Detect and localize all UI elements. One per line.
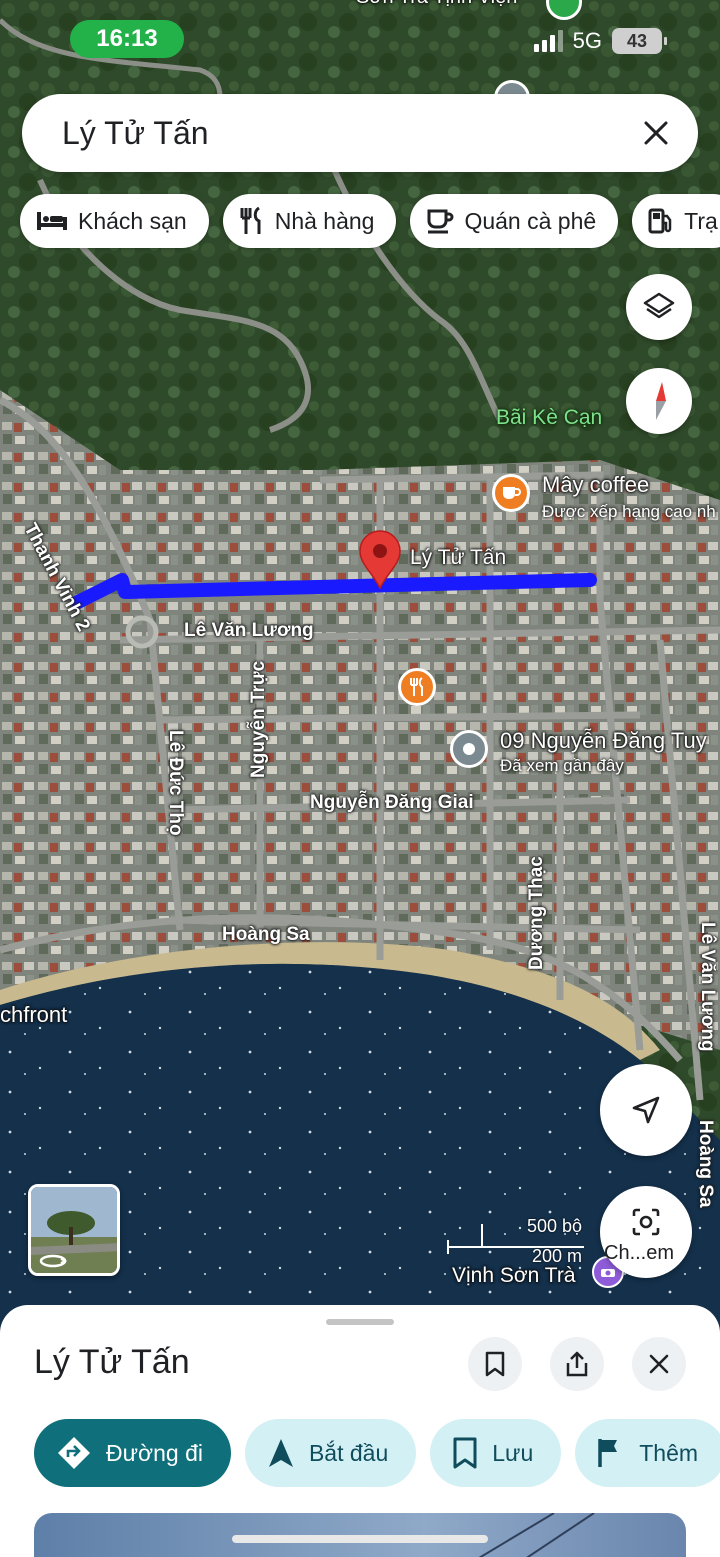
place-title: Lý Tử Tấn xyxy=(34,1343,190,1381)
gas-station-icon xyxy=(648,208,672,234)
lens-label: Ch...em xyxy=(604,1242,675,1264)
coffee-icon xyxy=(427,209,454,234)
status-time: 16:13 xyxy=(70,20,184,58)
more-button[interactable]: Thêm xyxy=(575,1419,720,1487)
my-location-button[interactable] xyxy=(600,1064,692,1156)
share-button[interactable] xyxy=(550,1337,604,1391)
poi-label-beachfront[interactable]: chfront xyxy=(0,1002,67,1028)
chip-coffee[interactable]: Quán cà phê xyxy=(410,194,619,248)
chip-restaurants[interactable]: Nhà hàng xyxy=(222,194,397,248)
poi-rating-may-coffee: Được xếp hạng cao nh xyxy=(542,502,716,521)
street-label-le-duc-tho: Lê Đức Thọ xyxy=(165,730,186,836)
close-icon xyxy=(649,1354,669,1374)
scale-metric: 200 m xyxy=(531,1246,582,1266)
close-icon xyxy=(644,121,668,145)
selected-location-pin-icon[interactable] xyxy=(358,530,402,590)
bed-icon xyxy=(37,212,67,230)
street-label-hoang-sa: Hoàng Sa xyxy=(222,924,310,945)
street-label-nguyen-dang-giai: Nguyễn Đăng Giai xyxy=(310,792,474,813)
street-view-thumbnail[interactable] xyxy=(28,1184,120,1276)
street-label-nguyen-truc: Nguyễn Trực xyxy=(248,660,269,778)
layers-icon xyxy=(643,292,675,319)
selected-pin-label: Lý Tử Tấn xyxy=(410,546,507,569)
street-label-le-van-luong-right: Lê Văn Lương xyxy=(697,922,718,1052)
save-place-button[interactable] xyxy=(468,1337,522,1391)
directions-icon xyxy=(58,1437,90,1469)
restaurant-poi-icon[interactable] xyxy=(398,668,436,706)
home-indicator[interactable] xyxy=(232,1535,488,1543)
status-indicators: 5G 43 xyxy=(533,28,667,54)
street-label-duong-thac: Dương Thạc xyxy=(526,856,547,970)
bookmark-icon xyxy=(485,1351,505,1377)
battery-icon: 43 xyxy=(612,28,667,54)
search-bar[interactable]: Lý Tử Tấn xyxy=(22,94,698,172)
search-input[interactable]: Lý Tử Tấn xyxy=(62,115,636,152)
chip-hotels[interactable]: Khách sạn xyxy=(20,194,209,248)
chip-label: Quán cà phê xyxy=(464,207,597,234)
poi-recent-sub: Đã xem gần đây xyxy=(500,756,624,775)
street-label-hoang-sa-right: Hoàng Sa xyxy=(695,1120,716,1208)
category-chips: Khách sạn Nhà hàng Quán cà phê Trạ xyxy=(20,194,720,248)
network-type: 5G xyxy=(572,28,602,53)
share-icon xyxy=(566,1351,588,1377)
poi-label-bai-ke-can[interactable]: Bãi Kè Cạn xyxy=(496,406,602,430)
location-arrow-icon xyxy=(632,1096,660,1124)
chip-label: Nhà hàng xyxy=(274,207,375,234)
place-bottom-sheet[interactable]: Lý Tử Tấn Đường đi Bắt đầu Lưu Thêm xyxy=(0,1305,720,1557)
action-label: Thêm xyxy=(639,1439,699,1466)
sheet-drag-handle[interactable] xyxy=(326,1319,394,1325)
restaurant-icon xyxy=(240,206,261,234)
compass-icon xyxy=(656,382,666,420)
bookmark-icon xyxy=(453,1437,477,1469)
scale-imperial: 500 bộ xyxy=(526,1216,582,1236)
compass-button[interactable] xyxy=(626,368,692,434)
action-label: Đường đi xyxy=(106,1439,203,1466)
map-layers-button[interactable] xyxy=(626,274,692,340)
street-view-image xyxy=(31,1187,117,1273)
battery-level: 43 xyxy=(626,30,648,51)
recent-place-pin-icon[interactable] xyxy=(450,730,488,768)
street-label-le-van-luong: Lê Văn Lương xyxy=(184,620,314,641)
chip-label: Khách sạn xyxy=(78,207,187,234)
clear-search-button[interactable] xyxy=(636,113,676,153)
map-scale: 500 bộ 200 m xyxy=(446,1214,586,1274)
navigation-arrow-icon xyxy=(268,1439,293,1467)
save-button[interactable]: Lưu xyxy=(430,1419,562,1487)
poi-label-son-tra-tinh-vien: Sơn Trà Tịnh Viện xyxy=(356,0,517,9)
coffee-poi-icon[interactable] xyxy=(492,474,530,512)
start-button[interactable]: Bắt đầu xyxy=(244,1419,417,1487)
close-sheet-button[interactable] xyxy=(632,1337,686,1391)
directions-button[interactable]: Đường đi xyxy=(34,1419,231,1487)
action-label: Lưu xyxy=(492,1439,534,1466)
place-actions: Đường đi Bắt đầu Lưu Thêm xyxy=(34,1419,720,1487)
chip-label: Trạ xyxy=(684,207,718,234)
signal-icon xyxy=(533,30,563,52)
chip-gas[interactable]: Trạ xyxy=(632,194,720,248)
flag-icon xyxy=(598,1439,618,1467)
action-label: Bắt đầu xyxy=(308,1439,389,1466)
camera-lens-icon xyxy=(632,1208,660,1236)
poi-label-may-coffee[interactable]: Mây coffee xyxy=(542,472,649,498)
poi-label-recent-place[interactable]: 09 Nguyễn Đăng Tuy xyxy=(500,728,707,754)
